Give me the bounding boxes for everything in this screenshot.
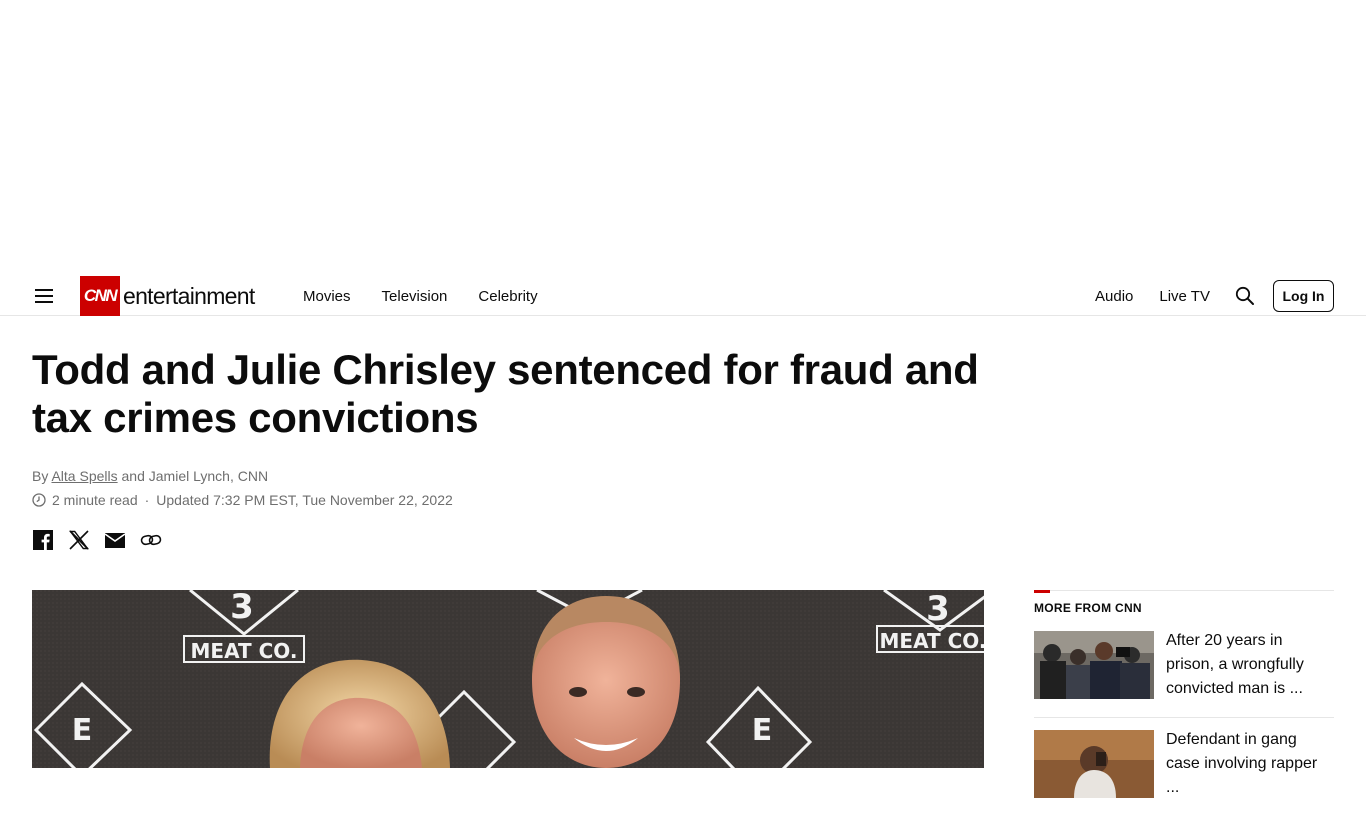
byline-prefix: By bbox=[32, 468, 49, 484]
login-button[interactable]: Log In bbox=[1273, 280, 1334, 312]
story-headline[interactable]: Defendant in gang case involving rapper … bbox=[1166, 728, 1334, 800]
updated-timestamp: Updated 7:32 PM EST, Tue November 22, 20… bbox=[156, 492, 453, 508]
sidebar-title: MORE FROM CNN bbox=[1034, 601, 1142, 615]
nav-live-tv[interactable]: Live TV bbox=[1159, 288, 1210, 305]
email-icon[interactable] bbox=[104, 528, 126, 552]
backdrop-text: MEAT CO. bbox=[191, 639, 298, 663]
ad-space bbox=[0, 0, 1366, 276]
byline: By Alta Spells and Jamiel Lynch, CNN bbox=[32, 468, 268, 484]
more-from-cnn-sidebar: MORE FROM CNN After 20 years in prison, … bbox=[1034, 590, 1334, 816]
sidebar-story[interactable]: Defendant in gang case involving rapper … bbox=[1034, 730, 1334, 816]
hero-photo: 3 3 E E MEAT CO. MEAT CO. bbox=[32, 590, 984, 768]
nav-audio[interactable]: Audio bbox=[1095, 288, 1133, 305]
clock-icon bbox=[32, 493, 46, 507]
sidebar-accent bbox=[1034, 590, 1050, 593]
author-link[interactable]: Alta Spells bbox=[51, 468, 117, 484]
hero-image[interactable]: 3 3 E E MEAT CO. MEAT CO. bbox=[32, 590, 984, 768]
svg-text:3: 3 bbox=[926, 590, 950, 629]
svg-text:3: 3 bbox=[230, 590, 254, 627]
backdrop-text: MEAT CO. bbox=[880, 629, 984, 653]
cnn-logo-mark: CNN bbox=[80, 276, 120, 316]
share-bar bbox=[32, 528, 162, 552]
hamburger-menu-icon[interactable] bbox=[34, 286, 54, 306]
sidebar-divider bbox=[1034, 590, 1334, 593]
read-time: 2 minute read bbox=[52, 492, 138, 508]
story-headline[interactable]: After 20 years in prison, a wrongfully c… bbox=[1166, 629, 1334, 701]
byline-rest: and Jamiel Lynch, CNN bbox=[121, 468, 269, 484]
svg-text:E: E bbox=[72, 713, 93, 748]
site-header: CNN entertainment Movies Television Cele… bbox=[0, 276, 1366, 316]
nav-television[interactable]: Television bbox=[382, 288, 448, 305]
svg-text:E: E bbox=[752, 713, 773, 748]
story-thumbnail[interactable] bbox=[1034, 730, 1154, 798]
search-icon[interactable] bbox=[1235, 286, 1255, 306]
link-icon[interactable] bbox=[140, 528, 162, 552]
story-thumbnail[interactable] bbox=[1034, 631, 1154, 699]
section-wordmark: entertainment bbox=[123, 282, 255, 309]
section-nav: Movies Television Celebrity bbox=[303, 276, 538, 316]
meta-separator: · bbox=[144, 492, 150, 508]
utility-nav: Audio Live TV bbox=[1095, 276, 1210, 316]
sidebar-story[interactable]: After 20 years in prison, a wrongfully c… bbox=[1034, 631, 1334, 718]
facebook-icon[interactable] bbox=[32, 528, 54, 552]
article-headline: Todd and Julie Chrisley sentenced for fr… bbox=[32, 346, 979, 441]
cnn-entertainment-logo[interactable]: CNN entertainment bbox=[80, 276, 255, 316]
article-meta: 2 minute read · Updated 7:32 PM EST, Tue… bbox=[32, 492, 453, 508]
nav-celebrity[interactable]: Celebrity bbox=[478, 288, 537, 305]
nav-movies[interactable]: Movies bbox=[303, 288, 351, 305]
x-icon[interactable] bbox=[68, 528, 90, 552]
